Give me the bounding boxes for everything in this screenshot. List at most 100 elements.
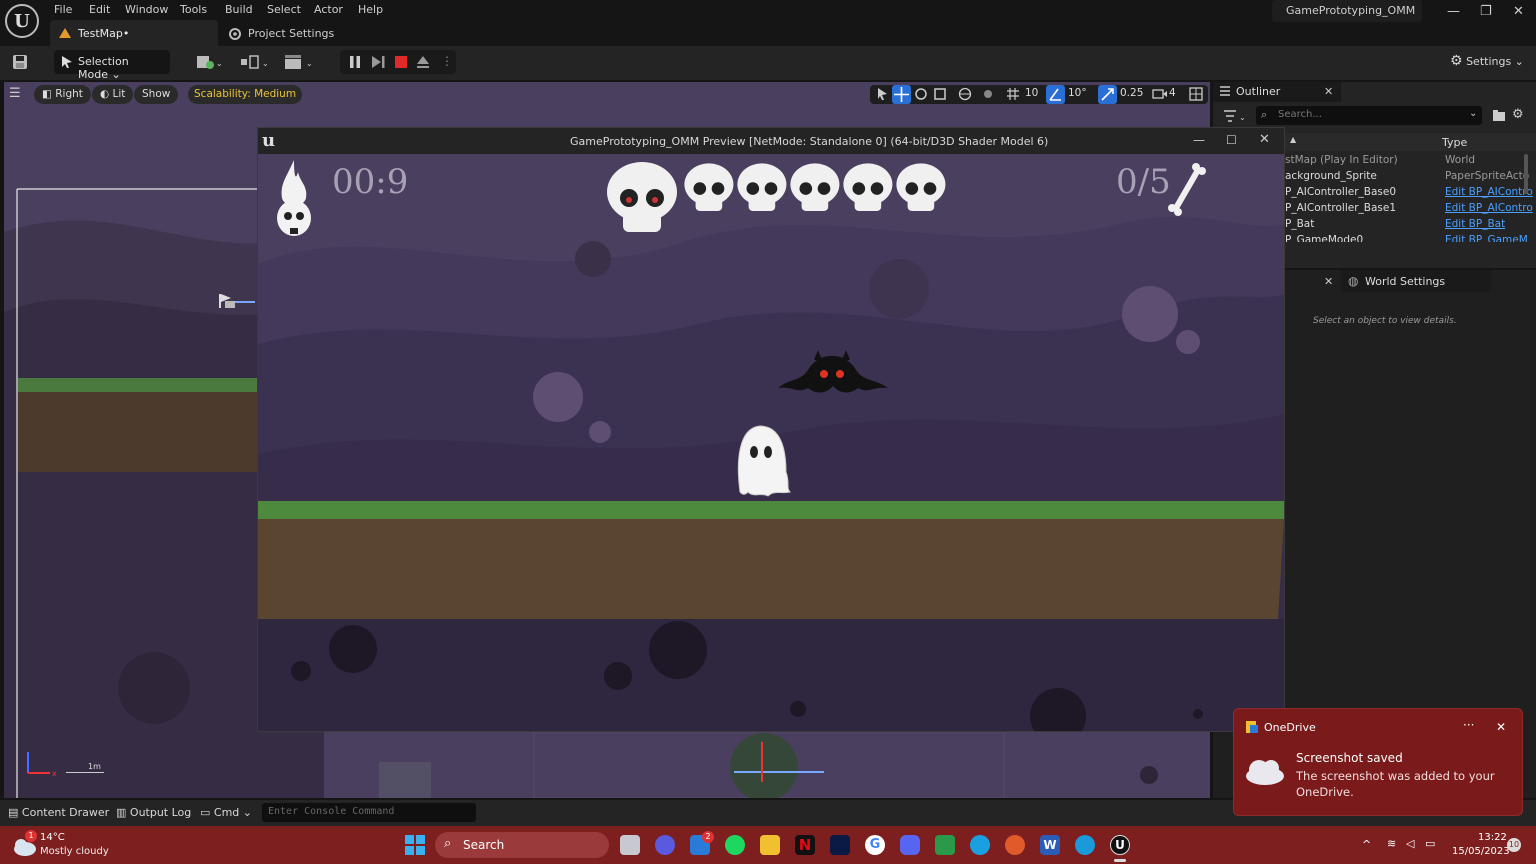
scale-snap-button[interactable] bbox=[1098, 85, 1117, 104]
app-c-icon[interactable] bbox=[970, 835, 990, 855]
cinematics-icon[interactable]: ⌄ bbox=[284, 54, 316, 70]
outliner-row-label[interactable]: P_AIController_Base1 bbox=[1285, 202, 1396, 214]
preview-close-icon[interactable]: ✕ bbox=[1259, 132, 1270, 147]
rotate-tool-icon[interactable] bbox=[914, 87, 928, 101]
teams-chat-icon[interactable] bbox=[655, 835, 675, 855]
filter-icon[interactable]: ⌄ bbox=[1223, 109, 1249, 123]
outliner-row-edit-link[interactable]: Edit BP_GameM bbox=[1445, 234, 1528, 242]
outliner-type-column[interactable]: Type bbox=[1442, 136, 1467, 149]
menu-actor[interactable]: Actor bbox=[314, 3, 343, 16]
grid-snap-icon[interactable] bbox=[1006, 87, 1020, 101]
step-forward-icon[interactable] bbox=[370, 54, 386, 70]
camera-speed-icon[interactable] bbox=[1152, 87, 1168, 101]
taskbar-search-box[interactable] bbox=[435, 832, 609, 858]
windows-start-icon[interactable] bbox=[405, 835, 425, 855]
task-view-icon[interactable] bbox=[620, 835, 640, 855]
menu-select[interactable]: Select bbox=[267, 3, 301, 16]
grid-snap-value[interactable]: 10 bbox=[1025, 87, 1038, 99]
unreal-taskbar-icon[interactable]: U bbox=[1110, 835, 1130, 855]
outliner-scrollbar[interactable] bbox=[1524, 154, 1528, 194]
more-options-icon[interactable]: ⋮ bbox=[441, 54, 453, 68]
add-actor-icon[interactable]: ⌄ bbox=[196, 54, 224, 70]
camera-speed-value[interactable]: 4 bbox=[1169, 87, 1176, 99]
scale-snap-value[interactable]: 0.25 bbox=[1120, 87, 1143, 99]
outliner-row-edit-link[interactable]: Edit BP_AIContro bbox=[1445, 186, 1533, 198]
notification-count-badge[interactable]: 10 bbox=[1507, 838, 1521, 852]
view-right-button[interactable]: ◧ Right bbox=[34, 85, 91, 104]
preview-minimize-icon[interactable]: — bbox=[1193, 133, 1205, 147]
show-button[interactable]: Show bbox=[134, 85, 179, 104]
weather-desc[interactable]: Mostly cloudy bbox=[40, 846, 109, 857]
edge-icon[interactable] bbox=[1075, 835, 1095, 855]
sort-arrow-icon[interactable]: ▲ bbox=[1290, 135, 1296, 144]
clock-time[interactable]: 13:22 bbox=[1478, 832, 1507, 843]
word-icon[interactable]: W bbox=[1040, 835, 1060, 855]
output-log-button[interactable]: ▥ Output Log bbox=[116, 806, 191, 819]
outliner-settings-gear-icon[interactable]: ⚙ bbox=[1512, 107, 1524, 122]
close-icon[interactable]: ✕ bbox=[1513, 4, 1524, 19]
file-explorer-icon[interactable] bbox=[760, 835, 780, 855]
menu-help[interactable]: Help bbox=[358, 3, 383, 16]
volume-icon[interactable]: ◁ bbox=[1406, 837, 1414, 850]
viewport-menu-icon[interactable]: ☰ bbox=[9, 86, 21, 101]
outliner-row-label[interactable]: stMap (Play In Editor) bbox=[1285, 154, 1398, 166]
menu-file[interactable]: File bbox=[54, 3, 72, 16]
chrome-icon[interactable]: G bbox=[865, 835, 885, 855]
outliner-row-edit-link[interactable]: Edit BP_AIContro bbox=[1445, 202, 1533, 214]
scale-bar bbox=[66, 772, 104, 773]
restore-icon[interactable]: ❐ bbox=[1480, 4, 1492, 19]
surface-snap-icon[interactable] bbox=[981, 87, 995, 101]
move-tool-button[interactable] bbox=[892, 85, 911, 104]
tab-project-settings[interactable]: Project Settings bbox=[248, 27, 334, 40]
battery-icon[interactable]: ▭ bbox=[1425, 837, 1435, 850]
lit-button[interactable]: ◐ Lit bbox=[92, 85, 134, 104]
weather-temp[interactable]: 14°C bbox=[40, 832, 65, 843]
disney-plus-icon[interactable] bbox=[830, 835, 850, 855]
wifi-icon[interactable]: ≋ bbox=[1387, 837, 1396, 850]
menu-window[interactable]: Window bbox=[125, 3, 168, 16]
save-icon[interactable] bbox=[12, 54, 28, 70]
outliner-row-label[interactable]: P_GameMode0 bbox=[1285, 234, 1363, 242]
netflix-icon[interactable]: N bbox=[795, 835, 815, 855]
clock-date[interactable]: 15/05/2023 bbox=[1452, 846, 1510, 857]
eject-icon[interactable] bbox=[415, 54, 431, 70]
outliner-row-label[interactable]: P_Bat bbox=[1285, 218, 1314, 230]
scalability-button[interactable]: Scalability: Medium bbox=[188, 85, 303, 104]
rotation-snap-value[interactable]: 10° bbox=[1068, 87, 1087, 99]
settings-button[interactable]: ⚙ Settings ⌄ bbox=[1450, 53, 1524, 69]
unreal-logo-icon[interactable]: U bbox=[5, 4, 39, 38]
toast-more-icon[interactable]: ··· bbox=[1463, 718, 1474, 732]
cmd-dropdown[interactable]: ▭ Cmd ⌄ bbox=[200, 806, 252, 819]
preview-maximize-icon[interactable]: ☐ bbox=[1226, 133, 1237, 147]
outliner-row-label[interactable]: ackground_Sprite bbox=[1285, 170, 1377, 182]
pause-icon[interactable] bbox=[347, 54, 363, 70]
add-folder-icon[interactable] bbox=[1492, 109, 1506, 122]
player-start-icon[interactable] bbox=[217, 292, 255, 310]
menu-tools[interactable]: Tools bbox=[180, 3, 207, 16]
toast-close-icon[interactable]: ✕ bbox=[1496, 720, 1506, 734]
discord-icon[interactable] bbox=[900, 835, 920, 855]
viewport-layout-icon[interactable] bbox=[1189, 87, 1203, 101]
tray-overflow-icon[interactable]: ^ bbox=[1362, 838, 1371, 851]
details-close-icon[interactable]: ✕ bbox=[1324, 275, 1333, 288]
rotation-snap-button[interactable] bbox=[1046, 85, 1065, 104]
content-drawer-button[interactable]: ▤ Content Drawer bbox=[8, 806, 109, 819]
outliner-row-label[interactable]: P_AIController_Base0 bbox=[1285, 186, 1396, 198]
menu-edit[interactable]: Edit bbox=[89, 3, 110, 16]
search-dropdown-icon[interactable]: ⌄ bbox=[1469, 108, 1477, 119]
console-input[interactable]: Enter Console Command bbox=[262, 803, 476, 822]
scale-tool-icon[interactable] bbox=[933, 87, 947, 101]
world-space-icon[interactable] bbox=[958, 87, 972, 101]
menu-build[interactable]: Build bbox=[225, 3, 253, 16]
outliner-title: Outliner bbox=[1236, 85, 1281, 98]
select-tool-icon[interactable] bbox=[875, 87, 889, 101]
blueprint-icon[interactable]: ⌄ bbox=[240, 54, 270, 70]
outliner-close-icon[interactable]: ✕ bbox=[1324, 85, 1333, 98]
minimize-icon[interactable]: — bbox=[1447, 4, 1460, 19]
outliner-row-edit-link[interactable]: Edit BP_Bat bbox=[1445, 218, 1505, 230]
stop-icon[interactable] bbox=[393, 54, 409, 70]
ea-icon[interactable] bbox=[1005, 835, 1025, 855]
spotify-icon[interactable] bbox=[725, 835, 745, 855]
tab-testmap[interactable] bbox=[50, 20, 218, 46]
sheets-icon[interactable] bbox=[935, 835, 955, 855]
